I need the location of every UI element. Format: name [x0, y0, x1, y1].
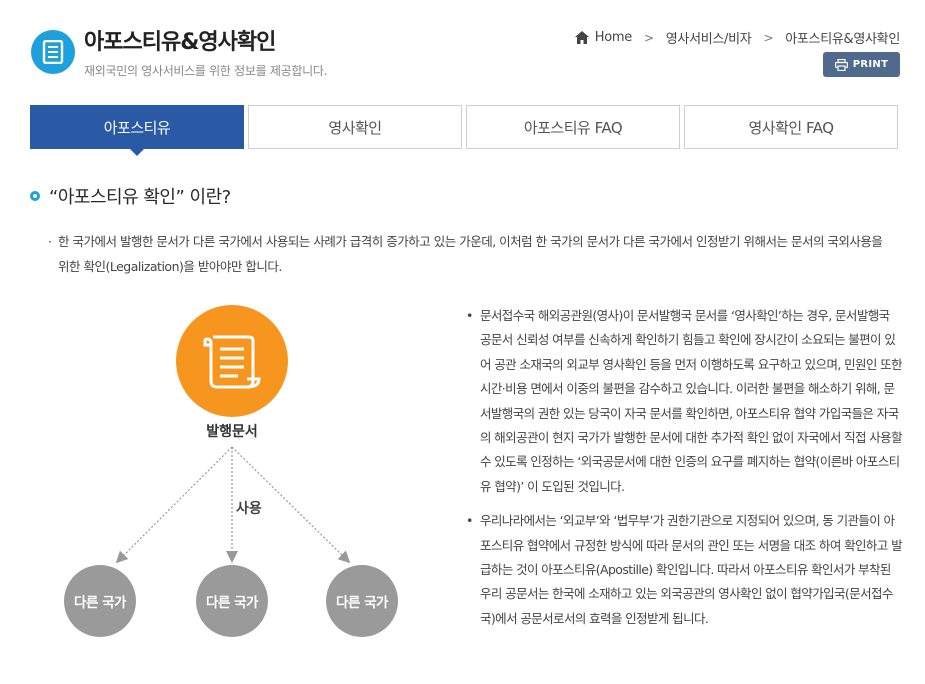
print-label: PRINT: [852, 59, 889, 70]
home-icon: [574, 31, 589, 44]
document-list-icon: [31, 30, 75, 74]
section-title: “아포스티유 확인” 이란?: [49, 187, 231, 208]
breadcrumb: Home > 영사서비스/비자 > 아포스티유&영사확인: [574, 28, 900, 47]
breadcrumb-home-label: Home: [594, 30, 633, 45]
details-paragraph: • 문서접수국 해외공관원(영사)이 문서발행국 문서를 ‘영사확인’하는 경우…: [466, 304, 903, 499]
scroll-document-icon: [203, 335, 261, 389]
ring-bullet-icon: [30, 191, 40, 201]
breadcrumb-level1[interactable]: 영사서비스/비자: [666, 28, 752, 47]
intro-paragraph: · 한 국가에서 발행한 문서가 다른 국가에서 사용되는 사례가 급격히 증가…: [48, 229, 893, 279]
issued-document-label: 발행문서: [206, 424, 258, 440]
issued-document-node: [176, 305, 288, 417]
page-title: 아포스티유&영사확인: [84, 30, 276, 55]
details-paragraph-text: 문서접수국 해외공관원(영사)이 문서발행국 문서를 ‘영사확인’하는 경우, …: [480, 308, 903, 494]
breadcrumb-separator: >: [643, 30, 654, 45]
paragraph-bullet: •: [466, 513, 473, 529]
details-paragraph: • 우리나라에서는 ‘외교부’와 ‘법무부’가 권한기관으로 지정되어 있으며,…: [466, 509, 903, 631]
tab-apostille[interactable]: 아포스티유: [30, 105, 244, 156]
breadcrumb-current: 아포스티유&영사확인: [785, 32, 900, 47]
tab-consular-faq[interactable]: 영사확인 FAQ: [684, 105, 898, 149]
intro-text: 한 국가에서 발행한 문서가 다른 국가에서 사용되는 사례가 급격히 증가하고…: [58, 234, 883, 274]
section-heading: “아포스티유 확인” 이란?: [30, 183, 231, 209]
details-text: • 문서접수국 해외공관원(영사)이 문서발행국 문서를 ‘영사확인’하는 경우…: [466, 304, 903, 641]
printer-icon: [834, 58, 848, 71]
other-country-node: 다른 국가: [326, 565, 398, 637]
breadcrumb-home[interactable]: Home: [574, 30, 633, 45]
use-label: 사용: [236, 501, 262, 517]
tab-bar: 아포스티유 영사확인 아포스티유 FAQ 영사확인 FAQ: [30, 105, 898, 156]
breadcrumb-separator: >: [763, 30, 774, 45]
paragraph-bullet: •: [466, 308, 473, 323]
print-button[interactable]: PRINT: [823, 52, 900, 77]
page-subtitle: 재외국민의 영사서비스를 위한 정보를 제공합니다.: [84, 64, 328, 78]
apostille-diagram: 발행문서 사용 다른 국가 다른 국가 다른 국가: [40, 295, 440, 675]
details-paragraph-text: 우리나라에서는 ‘외교부’와 ‘법무부’가 권한기관으로 지정되어 있으며, 동…: [480, 513, 903, 626]
other-country-node: 다른 국가: [196, 565, 268, 637]
tab-apostille-faq[interactable]: 아포스티유 FAQ: [466, 105, 680, 149]
other-country-node: 다른 국가: [64, 565, 136, 637]
intro-bullet: ·: [48, 234, 52, 249]
tab-consular-confirmation[interactable]: 영사확인: [248, 105, 462, 149]
